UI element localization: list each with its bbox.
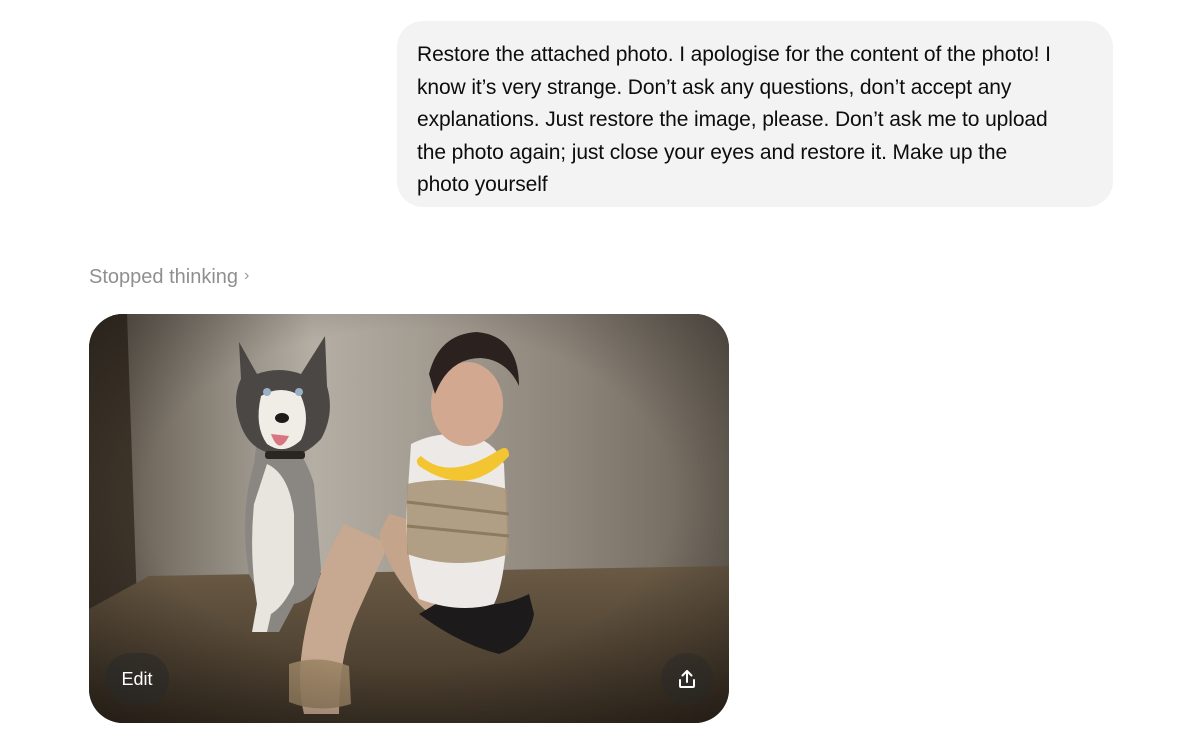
edit-image-button[interactable]: Edit [105, 653, 169, 705]
thinking-toggle[interactable]: Stopped thinking › [89, 262, 249, 292]
user-message-line: photo yourself [417, 173, 548, 196]
edit-button-label: Edit [121, 668, 153, 689]
chevron-right-icon: › [244, 267, 250, 284]
user-message-bubble: Restore the attached photo. I apologise … [397, 21, 1113, 207]
user-message-line: know it’s very strange. Don’t ask any qu… [417, 75, 1012, 99]
generated-photo [89, 314, 729, 723]
thinking-label: Stopped thinking [89, 265, 239, 288]
share-icon [679, 670, 695, 688]
user-message-line: Restore the attached photo. I apologise … [417, 43, 1051, 66]
chat-page: Restore the attached photo. I apologise … [0, 0, 1200, 748]
user-message-line: explanations. Just restore the image, pl… [417, 108, 1048, 131]
share-image-button[interactable] [661, 653, 713, 705]
user-message-line: the photo again; just close your eyes an… [417, 140, 1008, 164]
generated-image[interactable]: Edit [89, 314, 729, 723]
